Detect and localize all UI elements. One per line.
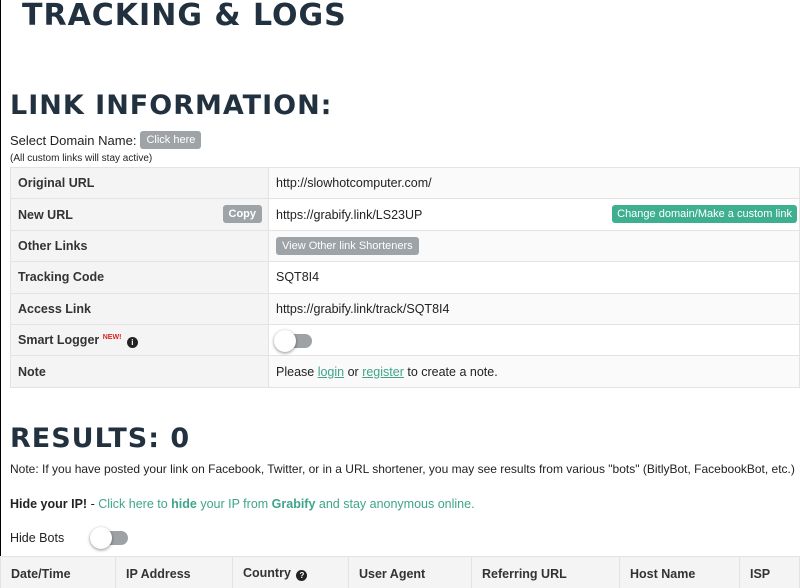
- table-row: Access Link https://grabify.link/track/S…: [10, 292, 800, 325]
- page-title: TRACKING & LOGS: [22, 0, 347, 33]
- note-suffix: to create a note.: [403, 364, 498, 379]
- access-link-label: Access Link: [10, 292, 269, 325]
- select-domain-label: Select Domain Name:: [10, 132, 137, 148]
- smart-logger-toggle[interactable]: [274, 329, 312, 352]
- link-info-table: Original URL http://slowhotcomputer.com/…: [10, 166, 800, 388]
- hide-ip-sep: -: [87, 497, 99, 511]
- select-domain-button[interactable]: Click here: [140, 131, 202, 149]
- tracking-code-label: Tracking Code: [10, 261, 269, 294]
- new-url-cell: New URL Copy: [10, 198, 269, 231]
- note-or: or: [344, 364, 363, 379]
- tracking-code-value: SQT8I4: [268, 261, 800, 294]
- info-icon[interactable]: i: [126, 336, 138, 348]
- toggle-knob: [90, 527, 113, 549]
- hide-ip-text-c[interactable]: your IP from: [197, 497, 272, 511]
- new-url-cell-value: https://grabify.link/LS23UP Change domai…: [268, 198, 800, 231]
- copy-button[interactable]: Copy: [222, 205, 262, 224]
- original-url-value: http://slowhotcomputer.com/: [268, 166, 800, 200]
- hide-ip-link[interactable]: Click here to hide your IP from Grabify …: [98, 497, 474, 511]
- new-badge: NEW!: [102, 333, 122, 341]
- table-row: Tracking Code SQT8I4: [10, 261, 800, 294]
- view-other-shorteners-button[interactable]: View Other link Shorteners: [276, 236, 419, 255]
- access-link-value[interactable]: https://grabify.link/track/SQT8I4: [268, 292, 800, 325]
- other-links-label: Other Links: [10, 229, 269, 263]
- select-domain-row: Select Domain Name: Click here: [10, 131, 202, 149]
- note-cell: Please login or register to create a not…: [268, 355, 800, 388]
- login-link[interactable]: login: [318, 365, 344, 379]
- col-host-name[interactable]: Host Name: [619, 556, 740, 588]
- window-edge: [0, 0, 1, 588]
- results-heading: RESULTS: 0: [10, 423, 191, 454]
- register-link[interactable]: register: [362, 365, 404, 379]
- col-referring-url[interactable]: Referring URL: [471, 556, 620, 588]
- col-user-agent[interactable]: User Agent: [348, 556, 472, 588]
- results-table: Date/Time IP Address Country ? User Agen…: [0, 556, 800, 588]
- hide-bots-toggle[interactable]: [90, 527, 129, 549]
- table-row: Note Please login or register to create …: [10, 355, 800, 388]
- col-country[interactable]: Country ?: [232, 556, 349, 588]
- custom-links-note: (All custom links will stay active): [10, 153, 153, 164]
- note-prefix: Please: [276, 364, 318, 379]
- help-icon[interactable]: ?: [296, 570, 308, 581]
- hide-ip-text-b[interactable]: hide: [171, 497, 197, 511]
- table-row: New URL Copy https://grabify.link/LS23UP…: [10, 198, 800, 231]
- col-ip-address[interactable]: IP Address: [115, 556, 233, 588]
- smart-logger-label: Smart Logger: [18, 332, 100, 347]
- table-row: Original URL http://slowhotcomputer.com/: [10, 166, 800, 200]
- results-header-row: Date/Time IP Address Country ? User Agen…: [0, 556, 800, 588]
- smart-logger-toggle-cell: [268, 323, 800, 357]
- change-domain-button[interactable]: Change domain/Make a custom link: [612, 205, 797, 224]
- new-url-value[interactable]: https://grabify.link/LS23UP: [276, 208, 422, 222]
- table-row: Smart Logger NEW! i: [10, 323, 800, 357]
- other-links-cell: View Other link Shorteners: [268, 229, 800, 263]
- col-country-label: Country: [243, 566, 291, 580]
- col-isp[interactable]: ISP: [739, 556, 800, 588]
- hide-bots-label: Hide Bots: [10, 531, 65, 545]
- hide-ip-label: Hide your IP!: [10, 497, 88, 511]
- toggle-knob: [274, 329, 296, 352]
- hide-ip-text-e[interactable]: and stay anonymous online.: [315, 497, 475, 511]
- hide-ip-text-d[interactable]: Grabify: [272, 497, 316, 511]
- table-row: Other Links View Other link Shorteners: [10, 229, 800, 263]
- new-url-label: New URL: [18, 207, 73, 222]
- bots-note: Note: If you have posted your link on Fa…: [10, 462, 795, 476]
- hide-ip-text-a[interactable]: Click here to: [98, 497, 171, 511]
- col-date-time[interactable]: Date/Time: [0, 556, 116, 588]
- smart-logger-cell: Smart Logger NEW! i: [10, 323, 269, 357]
- hide-bots-row: Hide Bots: [10, 527, 129, 549]
- link-info-heading: LINK INFORMATION:: [10, 90, 333, 121]
- note-label: Note: [10, 355, 269, 388]
- original-url-label: Original URL: [10, 166, 269, 200]
- hide-ip-line: Hide your IP! - Click here to hide your …: [10, 497, 475, 511]
